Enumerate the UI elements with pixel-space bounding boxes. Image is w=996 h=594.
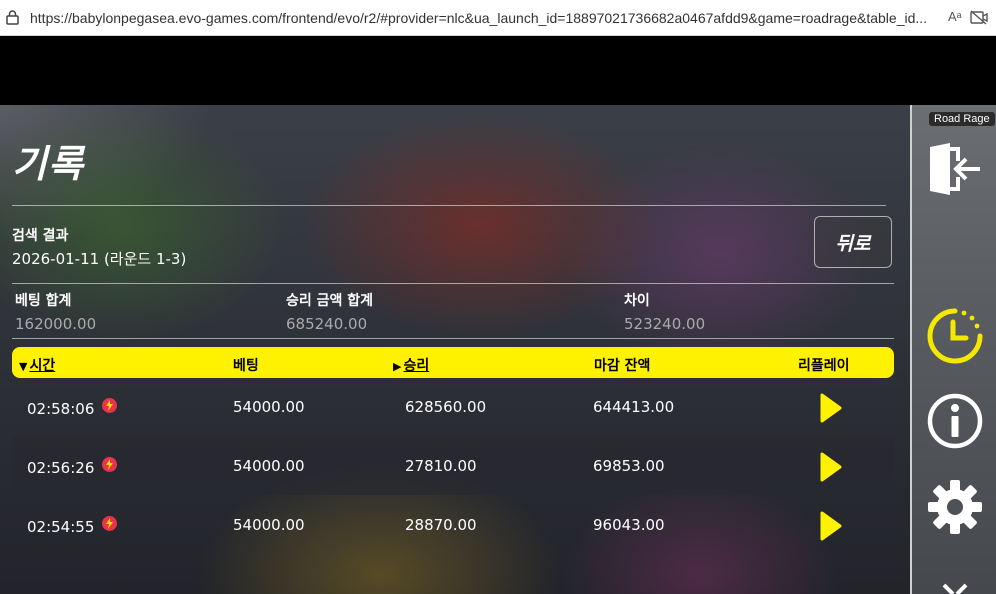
divider	[12, 283, 894, 284]
row-bet: 54000.00	[233, 516, 305, 534]
table-header: ▼ 시간 베팅 ▶ 승리 마감 잔액 리플레이	[12, 347, 894, 378]
replay-play-icon[interactable]	[820, 511, 842, 541]
game-name-tag: Road Rage	[929, 112, 995, 126]
letterbox-band	[0, 36, 996, 105]
win-total-label: 승리 금액 합계	[286, 293, 374, 309]
table-row[interactable]: 02:56:26 54000.00 27810.00 69853.00	[12, 437, 894, 495]
row-time: 02:58:06	[27, 398, 118, 418]
camera-blocked-icon[interactable]	[970, 10, 988, 29]
lock-icon[interactable]	[6, 10, 19, 29]
close-icon[interactable]	[926, 579, 984, 594]
replay-play-icon[interactable]	[820, 393, 842, 423]
browser-address-bar: https://babylonpegasea.evo-games.com/fro…	[0, 0, 996, 36]
column-time-label: 시간	[29, 358, 56, 374]
column-time-sort[interactable]: ▼ 시간	[19, 355, 55, 375]
history-clock-icon[interactable]	[926, 307, 984, 365]
column-bet-label: 베팅	[233, 358, 259, 374]
sort-unsorted-icon: ▶	[393, 360, 402, 373]
win-total-value: 685240.00	[286, 315, 368, 333]
column-win-sort[interactable]: ▶ 승리	[393, 355, 429, 375]
column-balance-label: 마감 잔액	[594, 358, 651, 374]
table-row[interactable]: 02:54:55 54000.00 28870.00 96043.00	[12, 496, 894, 554]
row-win: 628560.00	[405, 398, 487, 416]
row-balance: 644413.00	[593, 398, 675, 416]
row-time-value: 02:54:55	[27, 518, 95, 536]
settings-gear-icon[interactable]	[926, 478, 984, 536]
row-bet: 54000.00	[233, 457, 305, 475]
read-aloud-icon[interactable]: Aᵃ	[948, 9, 968, 25]
sort-descending-icon: ▼	[19, 360, 28, 373]
bet-total-label: 베팅 합계	[15, 293, 72, 309]
difference-label: 차이	[624, 293, 650, 309]
row-bet: 54000.00	[233, 398, 305, 416]
exit-icon[interactable]	[926, 141, 984, 197]
row-time: 02:56:26	[27, 457, 118, 477]
search-result-label: 검색 결과	[12, 228, 69, 244]
column-replay-label: 리플레이	[798, 358, 850, 374]
replay-play-icon[interactable]	[820, 452, 842, 482]
back-button[interactable]: 뒤로	[814, 216, 892, 268]
lightning-icon	[102, 516, 118, 531]
lightning-icon	[102, 398, 118, 413]
row-time-value: 02:56:26	[27, 459, 95, 477]
row-time-value: 02:58:06	[27, 400, 95, 418]
lightning-icon	[102, 457, 118, 472]
row-balance: 69853.00	[593, 457, 665, 475]
table-row[interactable]: 02:58:06 54000.00 628560.00 644413.00	[12, 378, 894, 436]
row-balance: 96043.00	[593, 516, 665, 534]
divider	[12, 205, 886, 206]
info-icon[interactable]	[926, 392, 984, 450]
bet-total-value: 162000.00	[15, 315, 97, 333]
divider	[12, 338, 894, 339]
row-win: 27810.00	[405, 457, 477, 475]
search-result-value: 2026-01-11 (라운드 1-3)	[12, 250, 187, 268]
game-sidebar: Road Rage	[910, 105, 996, 594]
page-title: 기록	[12, 142, 84, 186]
row-win: 28870.00	[405, 516, 477, 534]
row-time: 02:54:55	[27, 516, 118, 536]
column-win-label: 승리	[403, 358, 430, 374]
history-panel: 기록 검색 결과 2026-01-11 (라운드 1-3) 뒤로 베팅 합계 1…	[0, 105, 910, 594]
url-field[interactable]: https://babylonpegasea.evo-games.com/fro…	[30, 10, 938, 26]
difference-value: 523240.00	[624, 315, 706, 333]
